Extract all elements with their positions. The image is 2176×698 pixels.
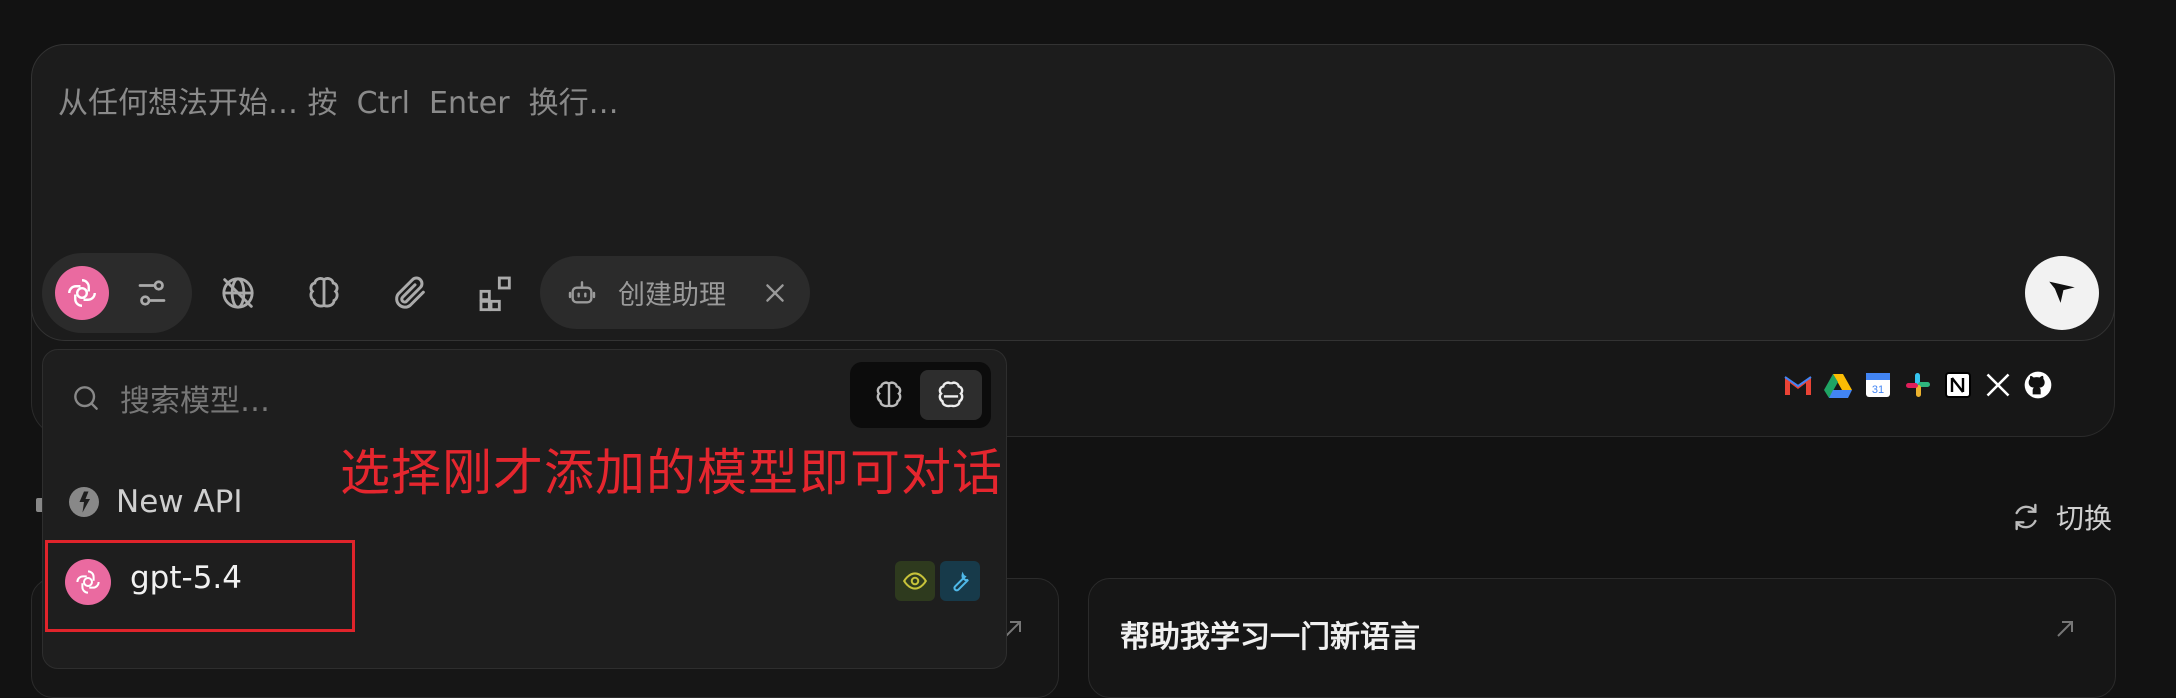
wrench-icon xyxy=(940,561,980,601)
close-icon[interactable] xyxy=(762,280,788,306)
prompt-input[interactable]: 从任何想法开始… 按 Ctrl Enter 换行… xyxy=(58,78,619,122)
model-search-input[interactable]: 搜索模型… xyxy=(120,376,270,420)
notion-icon[interactable] xyxy=(1938,360,1978,410)
provider-header: New API xyxy=(66,484,243,520)
google-drive-icon[interactable] xyxy=(1818,360,1858,410)
paperclip-icon[interactable] xyxy=(380,263,440,323)
switch-button[interactable]: 切换 xyxy=(2010,497,2112,537)
annotation-highlight-box xyxy=(45,540,355,632)
x-icon[interactable] xyxy=(1978,360,2018,410)
refresh-icon xyxy=(2010,501,2042,533)
arrow-up-icon xyxy=(2052,616,2076,640)
web-off-icon[interactable] xyxy=(208,263,268,323)
integrations-strip: 31 xyxy=(1778,360,2058,412)
google-calendar-icon[interactable]: 31 xyxy=(1858,360,1898,410)
provider-icon xyxy=(66,484,102,520)
svg-text:31: 31 xyxy=(1872,384,1884,396)
send-button[interactable] xyxy=(2025,256,2099,330)
provider-name: New API xyxy=(116,484,243,520)
brain-cog-icon[interactable] xyxy=(920,370,982,420)
github-icon[interactable] xyxy=(2018,360,2058,410)
annotation-text: 选择刚才添加的模型即可对话 xyxy=(340,444,1003,502)
settings-sliders-icon[interactable] xyxy=(122,263,182,323)
robot-icon xyxy=(566,277,598,309)
send-icon xyxy=(2049,281,2075,303)
slack-icon[interactable] xyxy=(1898,360,1938,410)
brain-icon[interactable] xyxy=(294,263,354,323)
suggestion-card-title: 帮助我学习一门新语言 xyxy=(1120,620,1420,655)
create-assistant-pill[interactable]: 创建助理 xyxy=(540,256,810,329)
create-assistant-label: 创建助理 xyxy=(618,280,726,311)
search-icon xyxy=(70,382,102,414)
openai-model-icon[interactable] xyxy=(55,266,109,320)
model-search[interactable]: 搜索模型… xyxy=(70,373,270,423)
brain-icon[interactable] xyxy=(858,370,920,420)
switch-label: 切换 xyxy=(2056,502,2113,535)
apps-add-icon[interactable] xyxy=(466,263,526,323)
eye-icon xyxy=(895,561,935,601)
gmail-icon[interactable] xyxy=(1778,360,1818,410)
